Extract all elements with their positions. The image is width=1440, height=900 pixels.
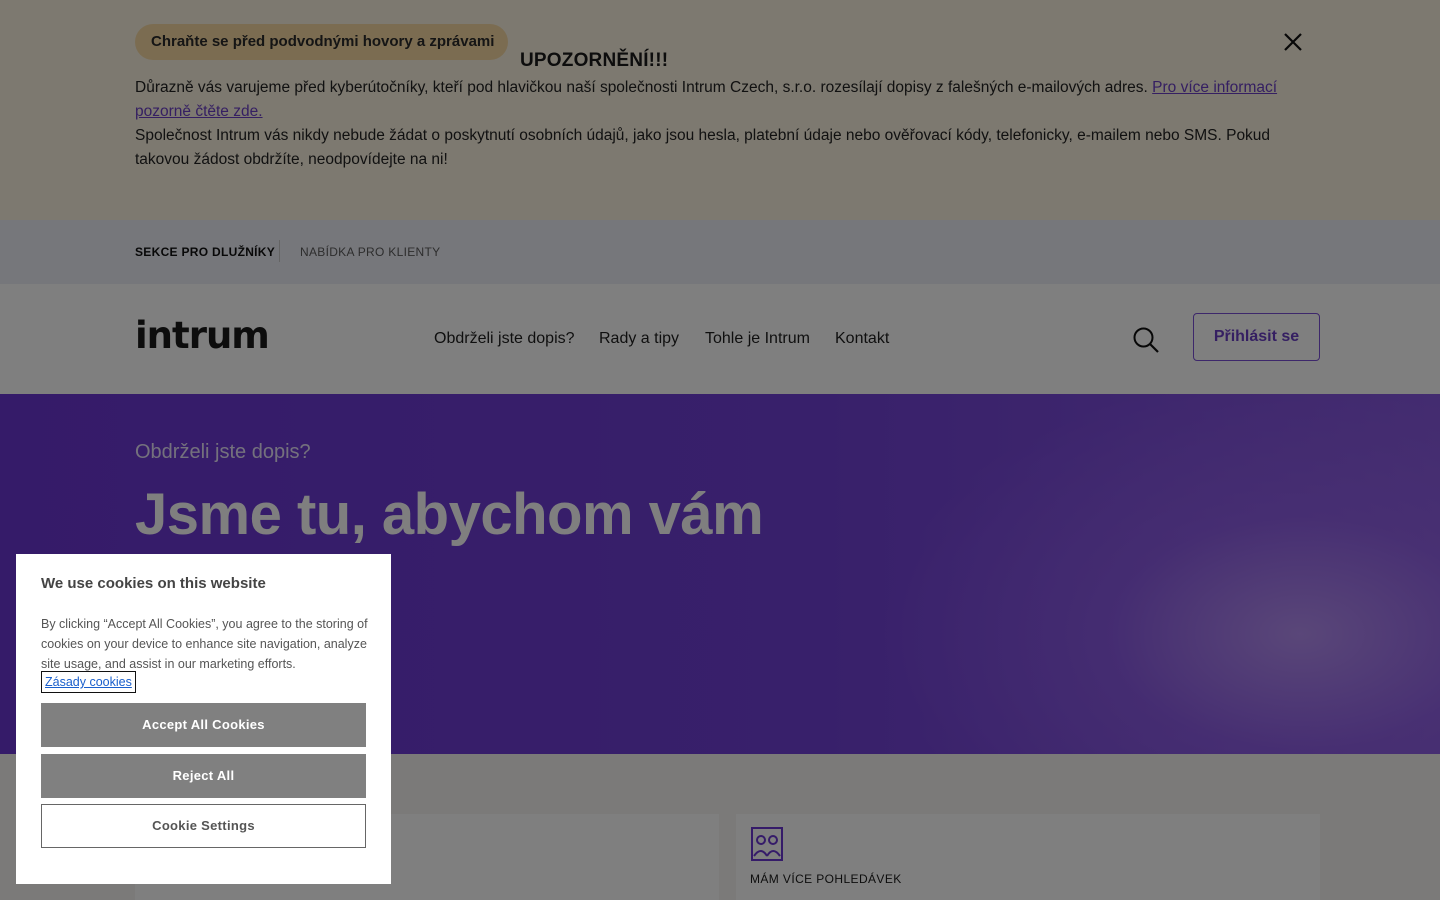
cookie-policy-link[interactable]: Zásady cookies <box>41 671 136 693</box>
cookie-title: We use cookies on this website <box>41 575 266 592</box>
cookie-settings-button[interactable]: Cookie Settings <box>41 804 366 848</box>
accept-all-cookies-button[interactable]: Accept All Cookies <box>41 703 366 747</box>
reject-all-button[interactable]: Reject All <box>41 754 366 798</box>
cookie-dialog: We use cookies on this website By clicki… <box>16 554 391 884</box>
cookie-text: By clicking “Accept All Cookies”, you ag… <box>41 617 368 671</box>
